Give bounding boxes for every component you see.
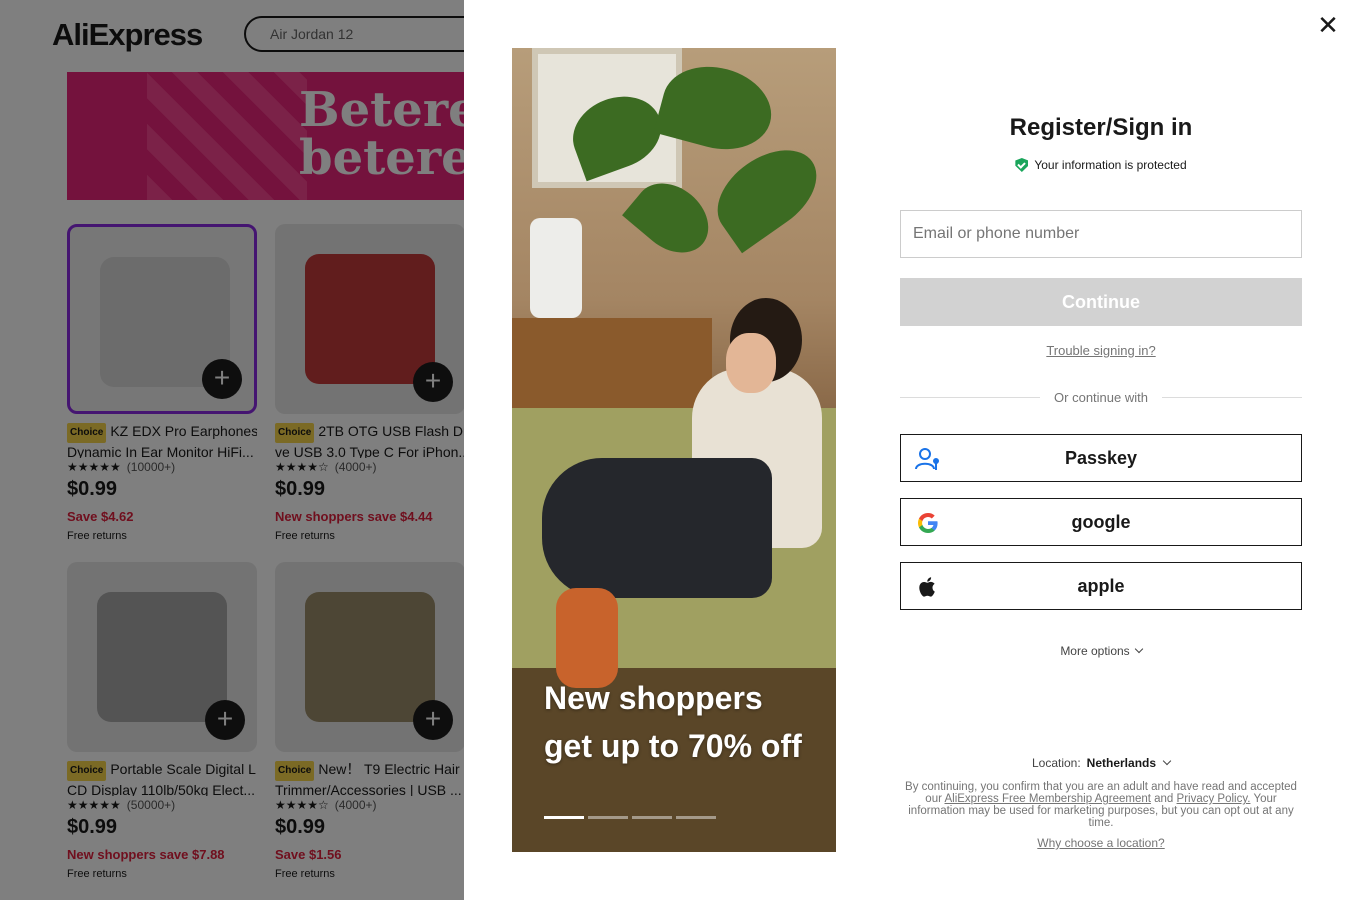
divider-line: [900, 397, 1041, 398]
signin-modal: ✕ New shoppers get up to 70% off Registe…: [464, 0, 1365, 900]
email-field[interactable]: [900, 210, 1302, 258]
more-options-label: More options: [1060, 644, 1130, 658]
promo-headline-line2: get up to 70% off: [544, 728, 802, 764]
chevron-down-icon: [1134, 644, 1143, 654]
promo-humidifier: [530, 218, 582, 318]
shield-check-icon: [1015, 158, 1029, 172]
promo-panel: New shoppers get up to 70% off: [512, 48, 836, 852]
carousel-dot[interactable]: [544, 816, 584, 819]
location-value: Netherlands: [1086, 756, 1157, 770]
carousel-dot[interactable]: [632, 816, 672, 819]
passkey-button[interactable]: Passkey: [900, 434, 1302, 482]
passkey-label: Passkey: [1064, 447, 1138, 468]
or-continue-divider: Or continue with: [900, 390, 1302, 405]
promo-person-legs: [542, 458, 772, 598]
promo-person-face: [726, 333, 776, 393]
promo-headline: New shoppers get up to 70% off: [544, 674, 802, 770]
trouble-signing-in-link[interactable]: Trouble signing in?: [900, 343, 1302, 358]
location-label: Location:: [1031, 756, 1081, 770]
chevron-down-icon: [1162, 756, 1172, 766]
passkey-icon: [915, 448, 939, 470]
signin-title: Register/Sign in: [1009, 114, 1193, 141]
why-choose-location-link[interactable]: Why choose a location?: [900, 836, 1302, 850]
signin-form: Register/Sign in Your information is pro…: [900, 0, 1302, 900]
apple-label: apple: [1077, 575, 1125, 596]
apple-button[interactable]: apple: [900, 562, 1302, 610]
membership-agreement-link[interactable]: AliExpress Free Membership Agreement: [944, 793, 1150, 805]
google-button[interactable]: google: [900, 498, 1302, 546]
divider-label: Or continue with: [1054, 390, 1148, 405]
privacy-policy-link[interactable]: Privacy Policy.: [1177, 793, 1251, 805]
apple-icon: [919, 577, 935, 597]
google-label: google: [1071, 511, 1131, 532]
divider-line: [1161, 397, 1302, 398]
promo-headline-line1: New shoppers: [544, 680, 763, 716]
carousel-dot[interactable]: [676, 816, 716, 819]
protected-notice: Your information is protected: [900, 158, 1302, 172]
location-selector[interactable]: Location: Netherlands: [900, 756, 1302, 770]
carousel-dot[interactable]: [588, 816, 628, 819]
carousel-indicators: [544, 816, 716, 819]
google-icon: [918, 513, 938, 533]
continue-button[interactable]: Continue: [900, 278, 1302, 326]
more-options-toggle[interactable]: More options: [900, 644, 1302, 658]
promo-person-sock: [556, 588, 618, 688]
close-icon[interactable]: ✕: [1316, 12, 1340, 38]
legal-notice: By continuing, you confirm that you are …: [900, 781, 1302, 829]
legal-and: and: [1154, 793, 1174, 805]
protected-text: Your information is protected: [1034, 158, 1187, 172]
